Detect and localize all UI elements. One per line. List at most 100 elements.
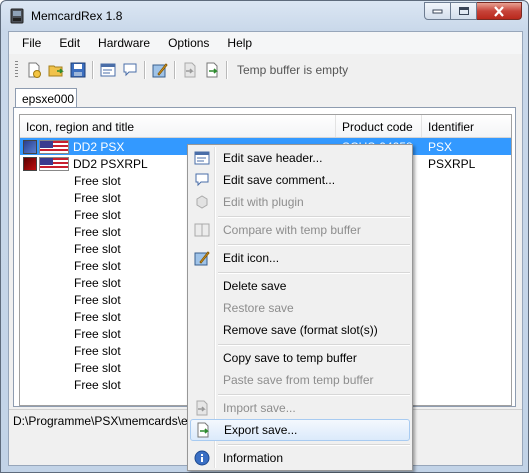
minimize-icon — [432, 9, 443, 14]
row-identifier: PSXRPL — [428, 156, 476, 171]
menu-item-label: Edit save header... — [223, 151, 323, 165]
toolbar-grip[interactable] — [15, 61, 18, 79]
save-card-button[interactable] — [67, 59, 89, 81]
list-header: Icon, region and title Product code Iden… — [20, 115, 511, 138]
comment-icon — [123, 63, 137, 77]
menu-item-information[interactable]: Information — [190, 447, 410, 469]
open-folder-icon — [48, 65, 64, 77]
column-header-product-code[interactable]: Product code — [336, 115, 422, 137]
row-title: Free slot — [74, 207, 121, 222]
minimize-button[interactable] — [424, 2, 451, 20]
header-icon — [100, 63, 116, 77]
temp-buffer-status: Temp buffer is empty — [237, 63, 349, 77]
edit-header-button[interactable] — [97, 59, 119, 81]
save-game-icon — [23, 156, 37, 171]
menu-help[interactable]: Help — [218, 32, 261, 54]
menu-file[interactable]: File — [13, 32, 50, 54]
maximize-icon — [458, 7, 469, 15]
menu-separator — [218, 444, 410, 446]
row-title: Free slot — [74, 309, 121, 324]
menu-item-restore-save[interactable]: Restore save — [190, 297, 410, 319]
edit-icon-icon — [152, 63, 168, 78]
save-game-icon — [23, 139, 37, 154]
menu-edit[interactable]: Edit — [50, 32, 89, 54]
menu-item-remove-save-format-slot-s[interactable]: Remove save (format slot(s)) — [190, 319, 410, 341]
context-menu: Edit save header... Edit save comment... E… — [187, 144, 413, 471]
menu-item-label: Edit save comment... — [223, 173, 336, 187]
title-bar[interactable]: MemcardRex 1.8 — [1, 1, 528, 31]
menu-hardware[interactable]: Hardware — [89, 32, 159, 54]
menu-separator — [218, 394, 410, 396]
menu-item-label: Copy save to temp buffer — [223, 351, 357, 365]
save-icon — [70, 62, 86, 78]
menu-item-label: Remove save (format slot(s)) — [223, 323, 378, 337]
row-title: Free slot — [74, 224, 121, 239]
open-card-button[interactable] — [45, 59, 67, 81]
maximize-button[interactable] — [451, 2, 477, 20]
menu-item-icon-slot — [192, 319, 212, 341]
header-icon — [192, 147, 212, 169]
new-card-button[interactable] — [23, 59, 45, 81]
menu-item-icon-slot — [192, 369, 212, 391]
close-button[interactable] — [477, 2, 522, 20]
export-icon — [193, 419, 213, 441]
menu-separator — [218, 244, 410, 246]
menu-bar: File Edit Hardware Options Help — [9, 32, 522, 54]
new-file-icon — [28, 62, 41, 78]
row-title: Free slot — [74, 258, 121, 273]
menu-item-compare-with-temp-buffer[interactable]: Compare with temp buffer — [190, 219, 410, 241]
comment-icon — [192, 169, 212, 191]
row-title: Free slot — [74, 377, 121, 392]
menu-item-label: Paste save from temp buffer — [223, 373, 374, 387]
menu-item-delete-save[interactable]: Delete save — [190, 275, 410, 297]
row-title: Free slot — [74, 360, 121, 375]
us-region-flag-icon — [39, 156, 69, 171]
export-icon — [206, 62, 218, 78]
column-header-identifier[interactable]: Identifier — [422, 115, 511, 137]
menu-item-label: Delete save — [223, 279, 287, 293]
row-title: Free slot — [74, 190, 121, 205]
row-title: Free slot — [74, 275, 121, 290]
menu-item-label: Edit icon... — [223, 251, 280, 265]
row-title: Free slot — [74, 343, 121, 358]
menu-item-edit-save-header[interactable]: Edit save header... — [190, 147, 410, 169]
import-icon — [184, 62, 196, 78]
menu-item-paste-save-from-temp-buffer[interactable]: Paste save from temp buffer — [190, 369, 410, 391]
toolbar-separator — [174, 61, 176, 79]
column-header-title[interactable]: Icon, region and title — [20, 115, 336, 137]
menu-item-label: Edit with plugin — [223, 195, 304, 209]
menu-separator — [218, 272, 410, 274]
menu-item-edit-save-comment[interactable]: Edit save comment... — [190, 169, 410, 191]
menu-item-edit-with-plugin[interactable]: Edit with plugin — [190, 191, 410, 213]
menu-item-copy-save-to-temp-buffer[interactable]: Copy save to temp buffer — [190, 347, 410, 369]
menu-separator — [218, 344, 410, 346]
compare-icon — [192, 219, 212, 241]
plugin-icon — [192, 191, 212, 213]
us-region-flag-icon — [39, 139, 69, 154]
edit-icon-icon — [192, 247, 212, 269]
menu-item-export-save[interactable]: Export save... — [190, 419, 410, 441]
menu-item-icon-slot — [192, 347, 212, 369]
tab-epsxe000[interactable]: epsxe000 — [15, 88, 77, 108]
edit-comment-button[interactable] — [119, 59, 141, 81]
row-title: DD2 PSX — [73, 139, 125, 154]
window-title: MemcardRex 1.8 — [31, 9, 123, 23]
memory-card-app-icon — [10, 8, 24, 24]
row-title: Free slot — [74, 173, 121, 188]
edit-icon-button[interactable] — [149, 59, 171, 81]
close-icon — [494, 5, 504, 17]
import-button[interactable] — [179, 59, 201, 81]
info-icon — [192, 447, 212, 469]
toolbar-separator — [144, 61, 146, 79]
menu-item-import-save[interactable]: Import save... — [190, 397, 410, 419]
menu-item-label: Compare with temp buffer — [223, 223, 361, 237]
menu-item-label: Export save... — [224, 423, 298, 437]
menu-options[interactable]: Options — [159, 32, 218, 54]
toolbar-separator — [226, 61, 228, 79]
row-title: Free slot — [74, 292, 121, 307]
menu-item-icon-slot — [192, 275, 212, 297]
export-button[interactable] — [201, 59, 223, 81]
menu-item-label: Import save... — [223, 401, 296, 415]
toolbar: Temp buffer is empty — [9, 56, 522, 84]
menu-item-edit-icon[interactable]: Edit icon... — [190, 247, 410, 269]
